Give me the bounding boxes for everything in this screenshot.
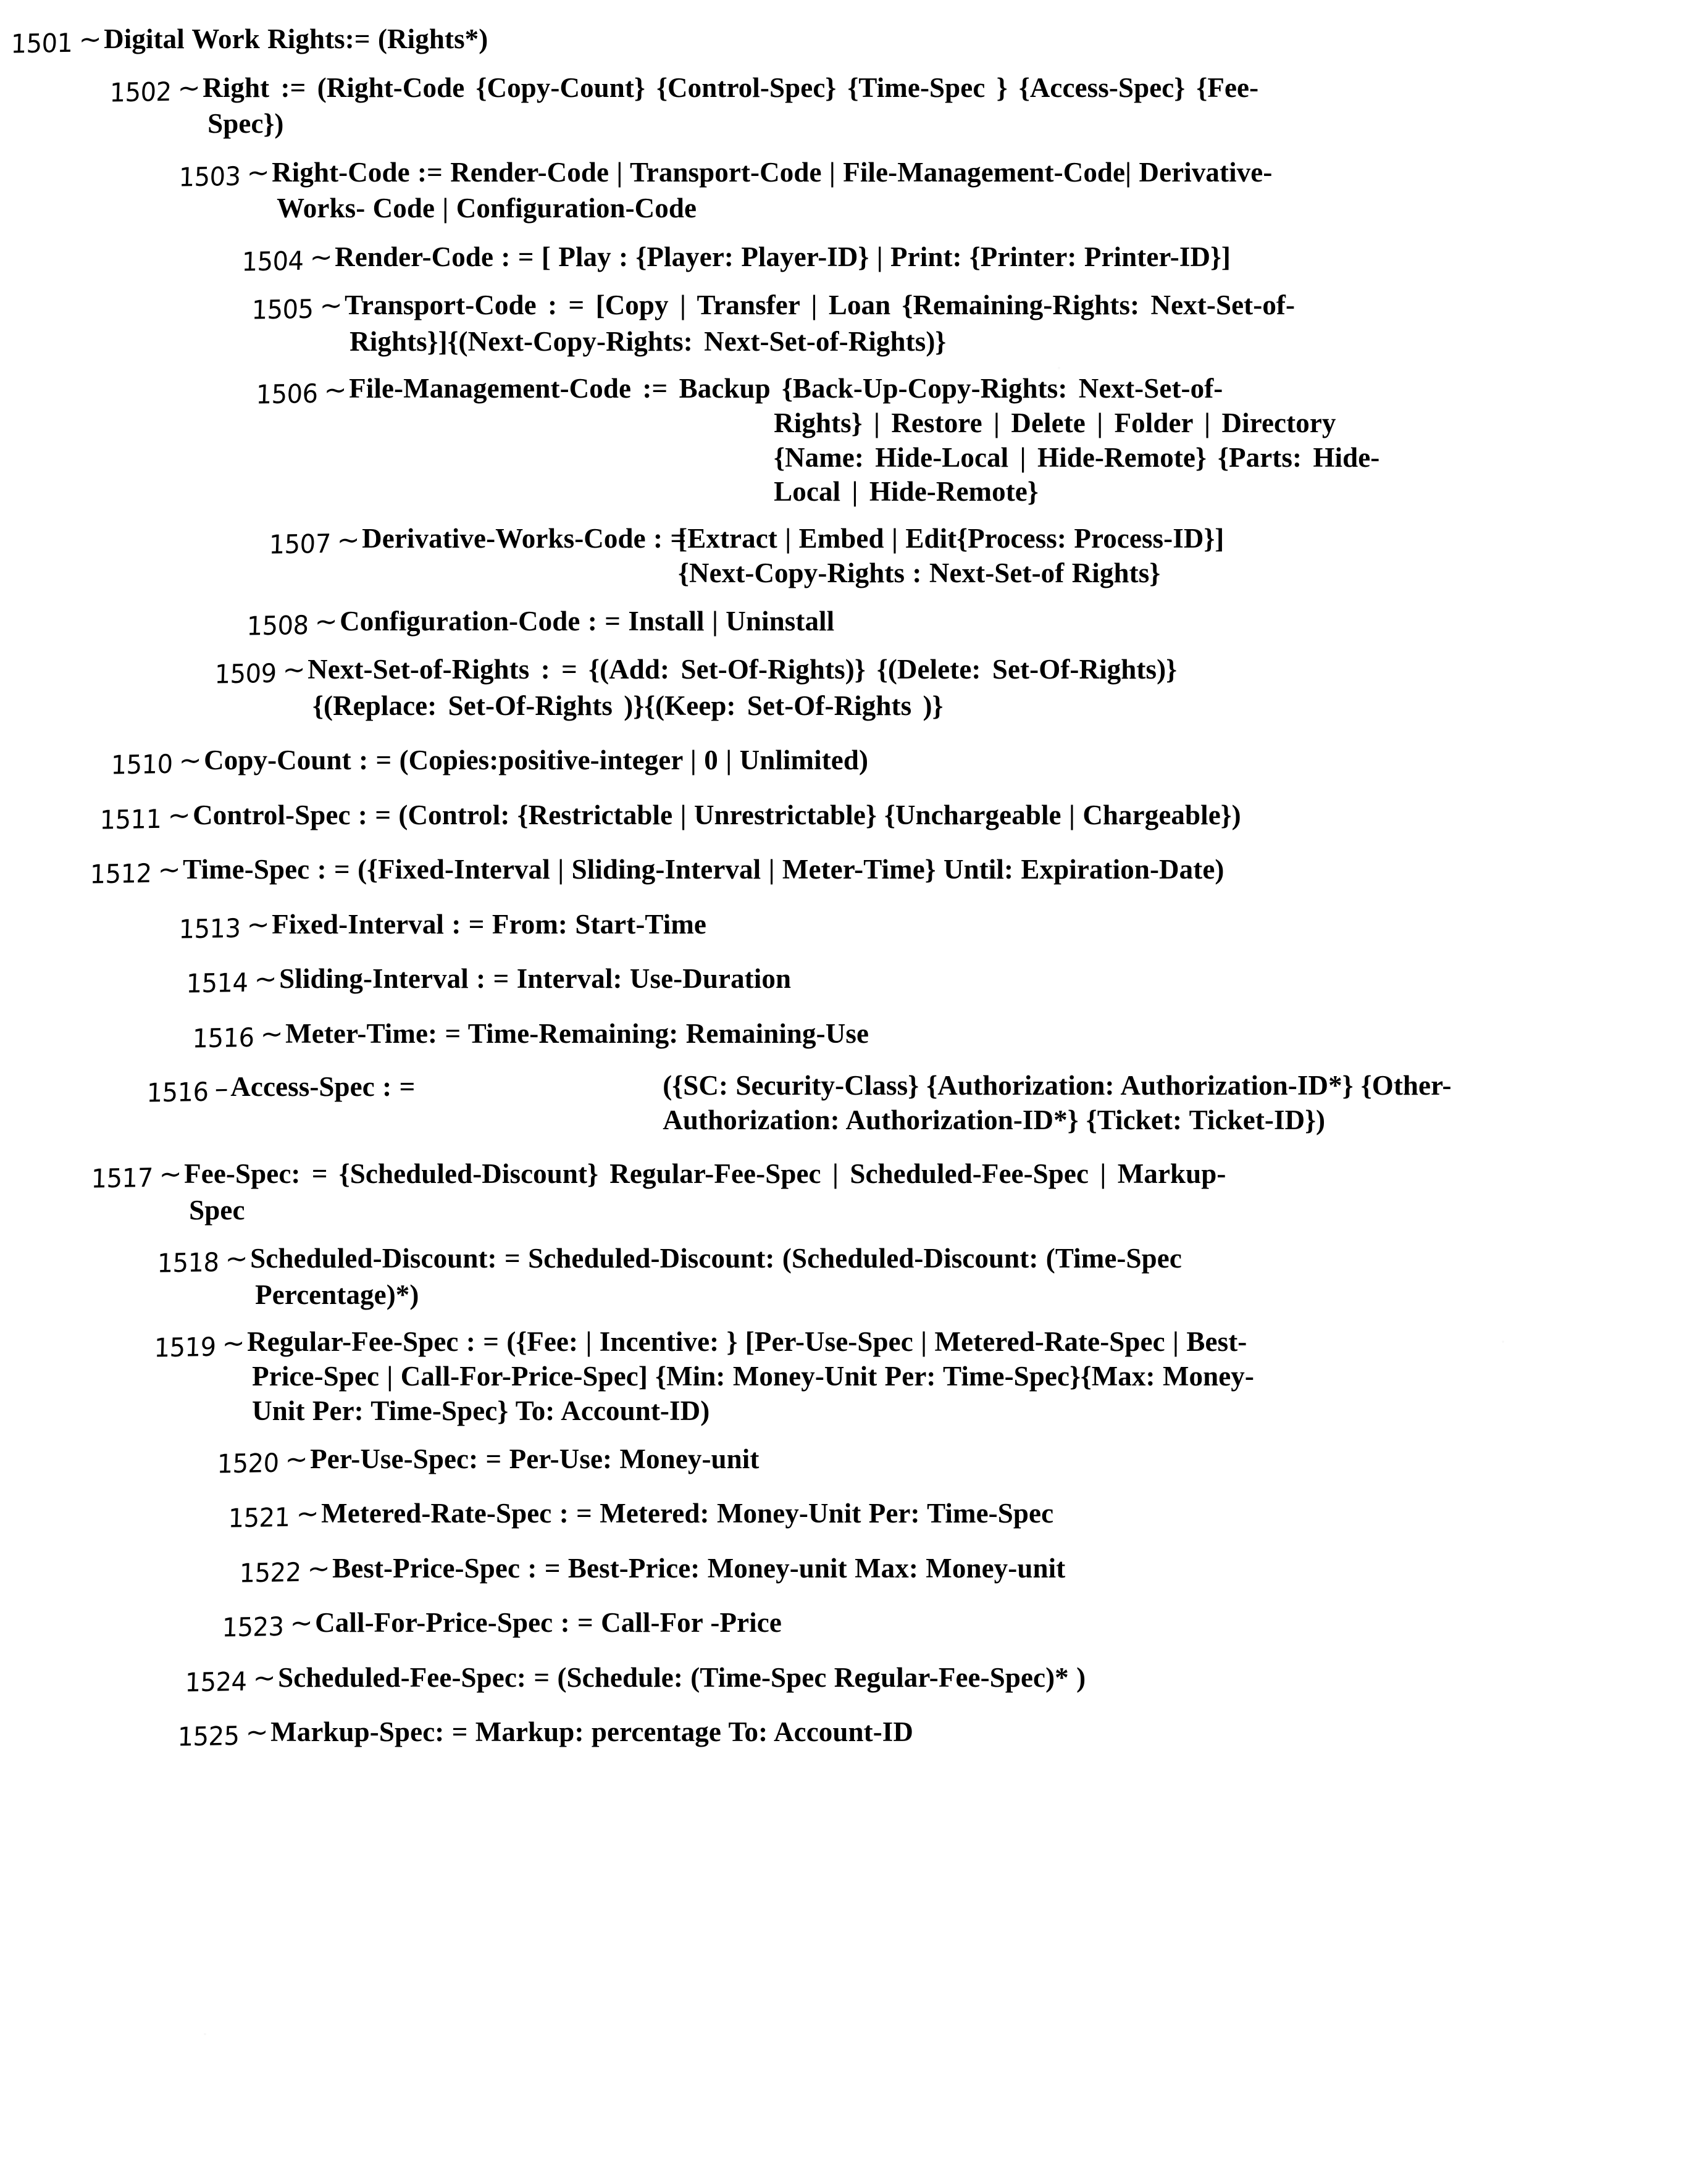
reference-numeral-1518: 1518 ~	[156, 1243, 249, 1279]
reference-numeral-1515: 1516 ~	[191, 1017, 284, 1054]
rule-text-1516: Access-Spec : = ({SC: Security-Class} {Au…	[230, 1069, 1452, 1135]
rule-text-1503: Right-Code := Render-Code | Transport-Co…	[272, 156, 1273, 224]
grammar-rule-1520: 1520 ~ Per-Use-Spec: = Per-Use: Money-uni…	[0, 1441, 1708, 1480]
grammar-rule-1517: 1517 ~ Fee-Spec: = {Scheduled-Discount} R…	[0, 1156, 1708, 1228]
rule-text-1515: Meter-Time: = Time-Remaining: Remaining-…	[285, 1017, 869, 1049]
rule-text-1507: Derivative-Works-Code : = [Extract | Embe…	[362, 522, 1224, 588]
rule-text-1518: Scheduled-Discount: = Scheduled-Discount…	[250, 1243, 1182, 1310]
rule-text-1509: Next-Set-of-Rights : = {(Add: Set-Of-Rig…	[308, 654, 1178, 721]
grammar-rule-1507: 1507 ~ Derivative-Works-Code : = [Extract …	[0, 522, 1708, 590]
rule-text-1514: Sliding-Interval : = Interval: Use-Durat…	[279, 963, 792, 995]
grammar-rule-1516: 1516– Access-Spec : = ({SC: Security-Clas…	[0, 1070, 1708, 1137]
grammar-rule-1512: 1512 ~ Time-Spec : = ({Fixed-Interval | S…	[0, 851, 1708, 890]
grammar-rule-1519: 1519 ~ Regular-Fee-Spec : = ({Fee: | Ince…	[0, 1325, 1708, 1428]
grammar-rule-1508: 1508 ~ Configuration-Code : = Install | U…	[0, 603, 1708, 641]
rule-text-1523: Call-For-Price-Spec : = Call-For -Price	[315, 1607, 782, 1639]
rule-text-1513: Fixed-Interval : = From: Start-Time	[272, 908, 706, 940]
reference-numeral-1510: 1510 ~	[110, 745, 203, 781]
reference-numeral-1520: 1520 ~	[216, 1443, 309, 1480]
reference-numeral-1509: 1509 ~	[214, 654, 306, 690]
reference-numeral-1521: 1521 ~	[227, 1498, 320, 1534]
grammar-rule-1524: 1524 ~ Scheduled-Fee-Spec: = (Schedule: (…	[0, 1660, 1708, 1698]
reference-numeral-1505: 1505 ~	[251, 290, 343, 326]
bnf-grammar-list: 1501 ~ Digital Work Rights:= (Rights*) 15…	[0, 0, 1708, 1769]
rule-text-1520: Per-Use-Spec: = Per-Use: Money-unit	[310, 1443, 760, 1474]
grammar-rule-1515-meter-time: 1516 ~ Meter-Time: = Time-Remaining: Rema…	[0, 1016, 1708, 1054]
grammar-rule-1506: 1506 ~ File-Management-Code := Backup {Ba…	[0, 372, 1708, 509]
reference-numeral-1501: 1501 ~	[10, 23, 103, 60]
rule-text-1506: File-Management-Code := Backup {Back-Up-…	[349, 373, 1380, 508]
reference-numeral-1524: 1524 ~	[184, 1662, 277, 1698]
rule-text-1501: Digital Work Rights:= (Rights*)	[104, 23, 488, 54]
rule-text-1511: Control-Spec : = (Control: {Restrictable…	[193, 799, 1241, 830]
rule-text-1524: Scheduled-Fee-Spec: = (Schedule: (Time-S…	[278, 1661, 1086, 1693]
reference-numeral-1511: 1511 ~	[99, 799, 191, 835]
rule-text-1510: Copy-Count : = (Copies:positive-integer …	[204, 745, 869, 776]
rule-text-1505: Transport-Code : = [Copy | Transfer | Lo…	[345, 290, 1296, 357]
grammar-rule-1504: 1504 ~ Render-Code : = [ Play : {Player: …	[0, 239, 1708, 277]
grammar-rule-1503: 1503 ~ Right-Code := Render-Code | Transp…	[0, 154, 1708, 227]
rule-text-1519: Regular-Fee-Spec : = ({Fee: | Incentive:…	[247, 1326, 1254, 1427]
reference-numeral-1519: 1519 ~	[153, 1327, 246, 1364]
reference-numeral-1506: 1506 ~	[255, 374, 348, 411]
reference-numeral-1508: 1508 ~	[246, 605, 338, 641]
grammar-rule-1523: 1523 ~ Call-For-Price-Spec : = Call-For -…	[0, 1605, 1708, 1644]
reference-numeral-1513: 1513 ~	[178, 908, 270, 945]
rule-text-1502: Right := (Right-Code {Copy-Count} {Contr…	[203, 72, 1259, 140]
rule-text-1525: Markup-Spec: = Markup: percentage To: Ac…	[270, 1716, 914, 1748]
grammar-rule-1513: 1513 ~ Fixed-Interval : = From: Start-Tim…	[0, 906, 1708, 945]
reference-numeral-1514: 1514 ~	[185, 963, 278, 1000]
reference-numeral-1504: 1504 ~	[241, 241, 333, 277]
grammar-rule-1522: 1522 ~ Best-Price-Spec : = Best-Price: Mo…	[0, 1550, 1708, 1589]
grammar-rule-1509: 1509 ~ Next-Set-of-Rights : = {(Add: Set-…	[0, 651, 1708, 724]
grammar-rule-1501: 1501 ~ Digital Work Rights:= (Rights*)	[0, 21, 1708, 60]
grammar-rule-1505: 1505 ~ Transport-Code : = [Copy | Transfe…	[0, 287, 1708, 359]
rule-text-1504: Render-Code : = [ Play : {Player: Player…	[335, 241, 1231, 272]
grammar-rule-1514: 1514 ~ Sliding-Interval : = Interval: Use…	[0, 961, 1708, 1000]
reference-numeral-1525: 1525 ~	[177, 1716, 269, 1753]
figure-sheet: 1501 ~ Digital Work Rights:= (Rights*) 15…	[0, 0, 1708, 2164]
reference-numeral-1522: 1522 ~	[238, 1553, 331, 1589]
rule-text-1517: Fee-Spec: = {Scheduled-Discount} Regular…	[184, 1158, 1226, 1226]
reference-numeral-1502: 1502 ~	[109, 72, 201, 108]
grammar-rule-1521: 1521 ~ Metered-Rate-Spec : = Metered: Mon…	[0, 1495, 1708, 1534]
rule-text-1522: Best-Price-Spec : = Best-Price: Money-un…	[332, 1552, 1066, 1584]
grammar-rule-1510: 1510 ~ Copy-Count : = (Copies:positive-in…	[0, 742, 1708, 781]
grammar-rule-1502: 1502 ~ Right := (Right-Code {Copy-Count} …	[0, 70, 1708, 142]
reference-numeral-1523: 1523 ~	[221, 1607, 314, 1644]
rule-text-1521: Metered-Rate-Spec : = Metered: Money-Uni…	[321, 1498, 1054, 1529]
reference-numeral-1503: 1503 ~	[178, 156, 270, 193]
grammar-rule-1518: 1518 ~ Scheduled-Discount: = Scheduled-Di…	[0, 1240, 1708, 1313]
rule-text-1512: Time-Spec : = ({Fixed-Interval | Sliding…	[183, 854, 1224, 885]
reference-numeral-1507: 1507 ~	[268, 524, 361, 561]
grammar-rule-1511: 1511 ~ Control-Spec : = (Control: {Restri…	[0, 797, 1708, 835]
reference-numeral-1517: 1517 ~	[90, 1158, 183, 1195]
rule-text-1508: Configuration-Code : = Install | Uninsta…	[340, 605, 835, 637]
reference-numeral-1516: 1516–	[146, 1072, 229, 1109]
reference-numeral-1512: 1512 ~	[89, 854, 182, 890]
grammar-rule-1525: 1525 ~ Markup-Spec: = Markup: percentage …	[0, 1714, 1708, 1753]
